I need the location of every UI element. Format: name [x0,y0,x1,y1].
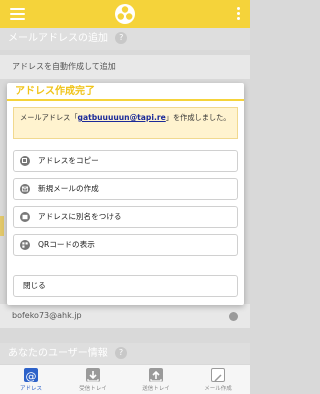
address-text: bofeko73@ahk.jp [12,311,82,320]
created-notice: メールアドレス「gatbuuuuun@tapi.re」を作成しました。 [13,107,238,139]
hamburger-icon[interactable] [10,8,25,20]
at-icon: @ [24,368,38,383]
help-icon[interactable]: ? [115,32,128,44]
address-created-dialog: アドレス作成完了 メールアドレス「gatbuuuuun@tapi.re」を作成し… [7,83,244,305]
section-header-user-info: あなたのユーザー情報 ? [0,343,250,365]
copy-address-button[interactable]: アドレスをコピー [13,150,238,172]
bottom-nav: @ アドレス 受信トレイ 送信トレイ メール作成 [0,364,250,394]
compose-icon [20,184,30,194]
qr-icon [20,240,30,250]
help-icon[interactable]: ? [115,347,127,359]
button-label: QRコードの表示 [38,240,95,249]
tapi-logo-icon [114,3,136,25]
selected-indicator [0,216,4,236]
nav-outbox[interactable]: 送信トレイ [125,365,187,394]
outbox-icon [149,368,163,382]
nav-inbox[interactable]: 受信トレイ [62,365,124,394]
address-list-item[interactable]: bofeko73@ahk.jp [0,304,250,328]
section-title: あなたのユーザー情報 [8,348,108,359]
nav-label: 受信トレイ [79,386,107,392]
svg-text:@: @ [26,370,37,383]
copy-icon [20,156,30,166]
auto-create-address-row[interactable]: アドレスを自動作成して追加 [0,55,250,79]
close-button[interactable]: 閉じる [13,275,238,297]
button-label: アドレスに別名をつける [38,212,122,221]
rename-icon [20,212,30,222]
created-email[interactable]: gatbuuuuun@tapi.re [78,113,166,122]
nav-label: アドレス [19,386,42,392]
button-label: アドレスをコピー [38,156,99,165]
section-header-email-add: メールアドレスの追加 ? [0,28,250,50]
compose-mail-button[interactable]: 新規メールの作成 [13,178,238,200]
nav-label: 送信トレイ [142,386,170,392]
button-label: 新規メールの作成 [38,184,99,193]
nav-label: メール作成 [204,386,232,392]
dialog-title: アドレス作成完了 [7,83,244,101]
more-vertical-icon[interactable] [237,7,240,22]
notice-suffix: 」を作成しました。 [165,113,231,122]
notice-prefix: メールアドレス「 [20,113,78,122]
section-title: メールアドレスの追加 [8,33,108,44]
inbox-icon [86,368,100,382]
app-header [0,0,250,28]
rename-address-button[interactable]: アドレスに別名をつける [13,206,238,228]
nav-compose[interactable]: メール作成 [187,365,249,394]
nav-address[interactable]: @ アドレス [0,365,62,394]
show-qr-button[interactable]: QRコードの表示 [13,234,238,256]
compose-icon [211,368,225,382]
radio-icon[interactable] [229,312,238,321]
